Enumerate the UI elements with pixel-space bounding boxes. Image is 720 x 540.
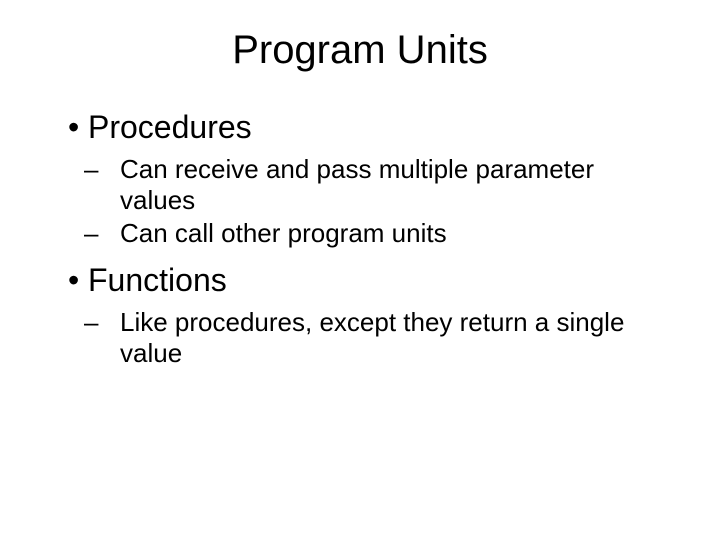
subbullet: –Can call other program units (102, 218, 660, 249)
dash-icon: – (102, 307, 120, 338)
slide-title: Program Units (60, 28, 660, 73)
subbullet: –Like procedures, except they return a s… (102, 307, 660, 369)
subbullet-text: Can receive and pass multiple parameter … (120, 154, 594, 215)
dash-icon: – (102, 154, 120, 185)
subbullet: –Can receive and pass multiple parameter… (102, 154, 660, 216)
subbullet-text: Can call other program units (120, 218, 447, 248)
dash-icon: – (102, 218, 120, 249)
slide: Program Units •Procedures –Can receive a… (0, 0, 720, 540)
bullet-functions: •Functions (68, 262, 660, 299)
bullet-procedures: •Procedures (68, 109, 660, 146)
subbullet-text: Like procedures, except they return a si… (120, 307, 624, 368)
bullet-heading: Procedures (88, 109, 252, 145)
bullet-dot-icon: • (68, 109, 88, 146)
bullet-dot-icon: • (68, 262, 88, 299)
bullet-heading: Functions (88, 262, 227, 298)
